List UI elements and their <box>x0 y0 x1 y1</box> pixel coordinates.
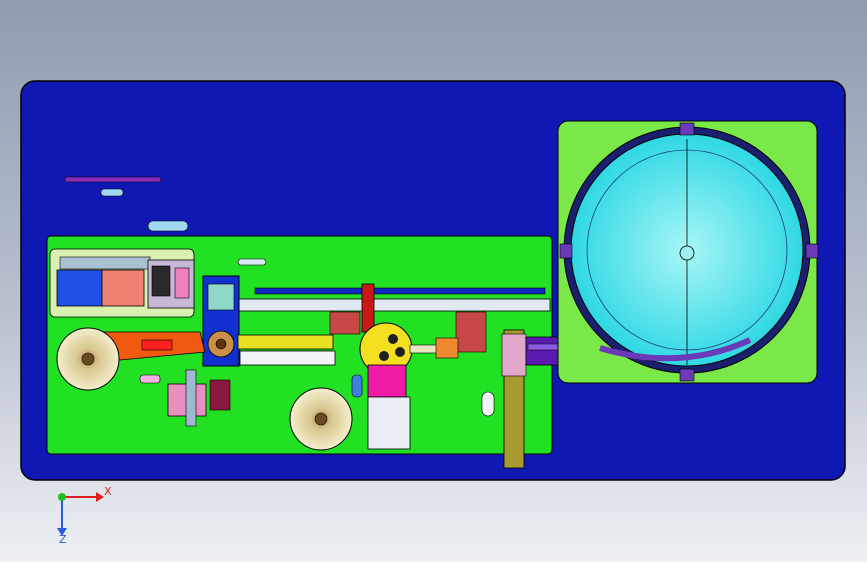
coordinate-triad: X Z <box>57 485 112 546</box>
y-axis-dot <box>58 493 66 501</box>
z-axis-label: Z <box>59 533 67 546</box>
x-axis-arrow <box>96 492 104 502</box>
x-axis-label: X <box>104 485 112 498</box>
